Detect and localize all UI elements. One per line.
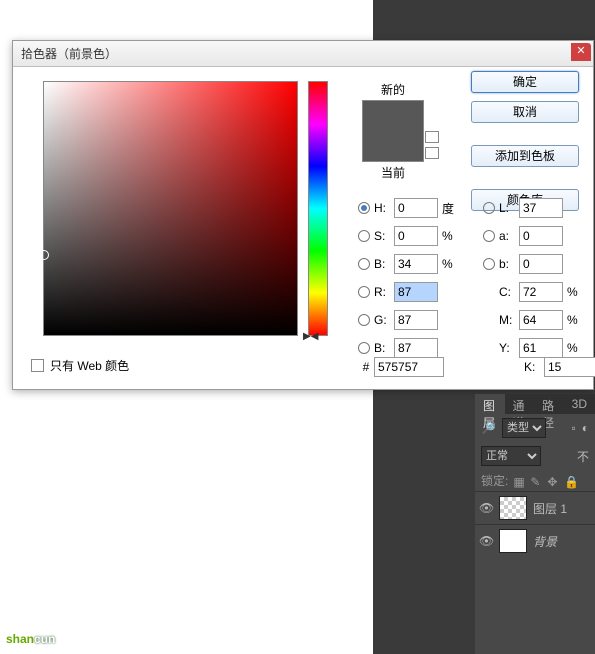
layer-thumbnail[interactable] <box>499 529 527 553</box>
layer-name[interactable]: 背景 <box>533 533 557 550</box>
opacity-label: 不 <box>577 448 589 465</box>
input-r[interactable] <box>394 282 438 302</box>
label-h: H: <box>374 201 394 215</box>
unit-m: % <box>563 313 583 327</box>
input-hex[interactable] <box>374 357 444 377</box>
web-only-row: 只有 Web 颜色 <box>31 357 129 374</box>
label-m: M: <box>499 313 519 327</box>
label-s: S: <box>374 229 394 243</box>
radio-s[interactable] <box>358 230 370 242</box>
hex-row: # K: % <box>358 357 595 377</box>
layers-panel: 图层 通道 路径 3D 🔎 类型 ▫ ◐ 正常 不 锁定: ▦ ✎ ✥ 🔒 👁 … <box>475 394 595 654</box>
radio-a[interactable] <box>483 230 495 242</box>
lock-row: 锁定: ▦ ✎ ✥ 🔒 <box>475 470 595 491</box>
lock-paint-icon[interactable]: ✎ <box>530 475 542 487</box>
radio-g[interactable] <box>358 314 370 326</box>
hue-slider-thumb[interactable]: ▶◀ <box>303 331 318 342</box>
nearest-web-icon[interactable] <box>425 147 439 159</box>
input-m[interactable] <box>519 310 563 330</box>
tab-layers[interactable]: 图层 <box>475 394 505 414</box>
layer-row[interactable]: 👁 图层 1 <box>475 491 595 524</box>
layer-name[interactable]: 图层 1 <box>533 500 567 517</box>
input-b-rgb[interactable] <box>394 338 438 358</box>
input-k[interactable] <box>544 357 595 377</box>
layer-thumbnail[interactable] <box>499 496 527 520</box>
unit-y: % <box>563 341 583 355</box>
input-g[interactable] <box>394 310 438 330</box>
unit-b: % <box>438 257 458 271</box>
hue-slider[interactable] <box>308 81 328 336</box>
dialog-title: 拾色器（前景色） <box>21 45 117 62</box>
panel-tabs: 图层 通道 路径 3D <box>475 394 595 414</box>
input-s[interactable] <box>394 226 438 246</box>
search-icon: 🔎 <box>481 421 496 435</box>
label-g: G: <box>374 313 394 327</box>
dialog-titlebar[interactable]: 拾色器（前景色） ✕ <box>13 41 593 67</box>
radio-r[interactable] <box>358 286 370 298</box>
cancel-button[interactable]: 取消 <box>471 101 579 123</box>
input-b-hsb[interactable] <box>394 254 438 274</box>
web-only-checkbox[interactable] <box>31 359 44 372</box>
visibility-icon[interactable]: 👁 <box>479 501 493 515</box>
label-c: C: <box>499 285 519 299</box>
color-fields: H: 度 L: S:% a: B:% b: R: C:% G: M:% B: Y:… <box>358 197 587 365</box>
label-b-hsb: B: <box>374 257 394 271</box>
input-y[interactable] <box>519 338 563 358</box>
label-k: K: <box>524 360 544 374</box>
unit-c: % <box>563 285 583 299</box>
lock-position-icon[interactable]: ✥ <box>547 475 559 487</box>
current-label: 当前 <box>358 164 428 181</box>
label-b-rgb: B: <box>374 341 394 355</box>
lock-all-icon[interactable]: 🔒 <box>564 475 576 487</box>
warning-icons <box>425 127 439 163</box>
new-color-swatch <box>362 100 424 162</box>
color-preview: 新的 当前 <box>358 81 428 181</box>
color-marker[interactable] <box>39 250 49 260</box>
radio-b-lab[interactable] <box>483 258 495 270</box>
unit-s: % <box>438 229 458 243</box>
label-a: a: <box>499 229 519 243</box>
lock-transparency-icon[interactable]: ▦ <box>513 475 525 487</box>
label-b-lab: b: <box>499 257 519 271</box>
input-a[interactable] <box>519 226 563 246</box>
label-l: L: <box>499 201 519 215</box>
layer-row[interactable]: 👁 背景 <box>475 524 595 557</box>
watermark: shancun <box>6 627 55 648</box>
cube-icon[interactable] <box>425 131 439 143</box>
tab-paths[interactable]: 路径 <box>534 394 564 414</box>
visibility-icon[interactable]: 👁 <box>479 534 493 548</box>
close-icon[interactable]: ✕ <box>571 43 591 61</box>
color-picker-dialog: 拾色器（前景色） ✕ ▶◀ 新的 当前 确定 取消 添加到色板 颜色库 H:度 <box>12 40 594 390</box>
radio-h[interactable] <box>358 202 370 214</box>
input-b-lab[interactable] <box>519 254 563 274</box>
input-h[interactable] <box>394 198 438 218</box>
tab-3d[interactable]: 3D <box>564 394 595 414</box>
input-l[interactable] <box>519 198 563 218</box>
filter-type-select[interactable]: 类型 <box>502 418 546 438</box>
label-r: R: <box>374 285 394 299</box>
add-swatch-button[interactable]: 添加到色板 <box>471 145 579 167</box>
saturation-brightness-field[interactable] <box>43 81 298 336</box>
filter-icon[interactable]: ▫ <box>571 421 575 435</box>
web-only-label: 只有 Web 颜色 <box>50 357 129 374</box>
tab-channels[interactable]: 通道 <box>505 394 535 414</box>
blend-mode-select[interactable]: 正常 <box>481 446 541 466</box>
radio-b-hsb[interactable] <box>358 258 370 270</box>
label-y: Y: <box>499 341 519 355</box>
new-label: 新的 <box>358 81 428 98</box>
radio-b-rgb[interactable] <box>358 342 370 354</box>
filter-icon-2[interactable]: ◐ <box>582 421 589 435</box>
ok-button[interactable]: 确定 <box>471 71 579 93</box>
radio-l[interactable] <box>483 202 495 214</box>
input-c[interactable] <box>519 282 563 302</box>
lock-label: 锁定: <box>481 472 508 489</box>
hex-prefix: # <box>358 360 374 374</box>
unit-h: 度 <box>438 200 458 217</box>
